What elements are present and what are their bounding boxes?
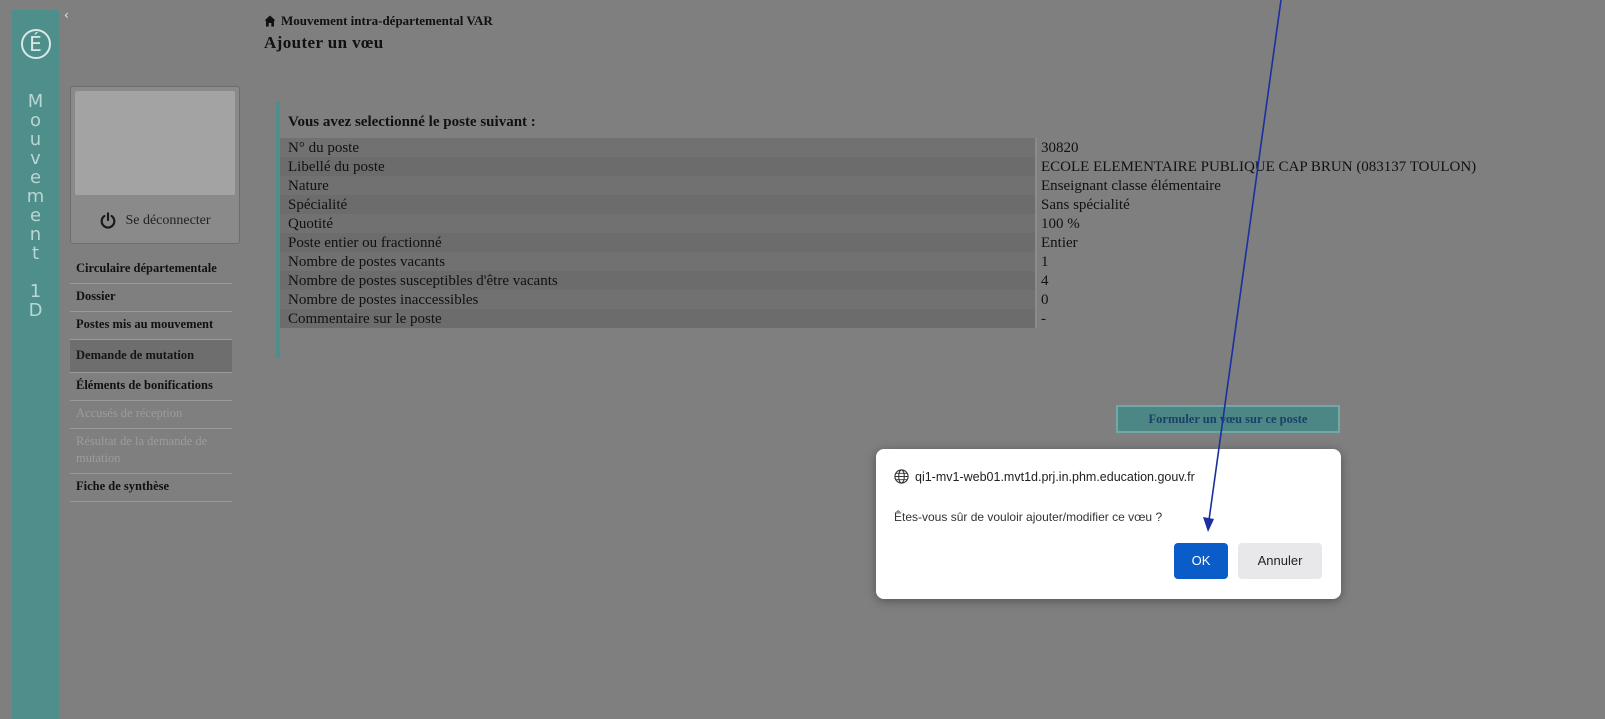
detail-value: 0 — [1041, 291, 1049, 308]
dialog-message: Êtes-vous sûr de vouloir ajouter/modifie… — [894, 510, 1163, 524]
detail-row: Poste entier ou fractionné Entier — [280, 233, 1605, 252]
detail-row: Libellé du poste ECOLE ELEMENTAIRE PUBLIQ… — [280, 157, 1605, 176]
detail-row: Nombre de postes inaccessibles 0 — [280, 290, 1605, 309]
dialog-origin-label: qi1-mv1-web01.mvt1d.prj.in.phm.education… — [915, 469, 1195, 484]
user-box: Se déconnecter — [70, 86, 240, 244]
rail-letter: o — [29, 110, 41, 131]
rail-letter: e — [29, 205, 42, 226]
rail-letter — [12, 263, 59, 282]
power-icon — [101, 212, 116, 229]
confirm-dialog: qi1-mv1-web01.mvt1d.prj.in.phm.education… — [876, 449, 1341, 599]
detail-label: N° du poste — [280, 138, 1037, 157]
rail-letter: v — [30, 148, 41, 169]
rail-letter: m — [26, 186, 45, 207]
sidebar-item[interactable]: Dossier — [70, 284, 232, 312]
detail-row: Nombre de postes susceptibles d'être vac… — [280, 271, 1605, 290]
app-logo: É — [20, 20, 51, 64]
detail-row: Commentaire sur le poste - — [280, 309, 1605, 328]
detail-row: N° du poste 30820 — [280, 138, 1605, 157]
rail-letter: e — [29, 167, 42, 188]
detail-label: Commentaire sur le poste — [280, 309, 1037, 328]
ok-button[interactable]: OK — [1174, 543, 1228, 579]
breadcrumb-label: Mouvement intra-départemental VAR — [281, 13, 493, 28]
sidebar-item[interactable]: Demande de mutation — [70, 340, 232, 373]
detail-row: Nature Enseignant classe élémentaire — [280, 176, 1605, 195]
detail-label: Poste entier ou fractionné — [280, 233, 1037, 252]
post-detail-table: N° du poste 30820 Libellé du poste ECOLE EL… — [280, 138, 1605, 328]
logout-button[interactable]: Se déconnecter — [75, 202, 235, 240]
sidebar-item: Accusés de réception — [70, 401, 232, 429]
detail-value: ECOLE ELEMENTAIRE PUBLIQUE CAP BRUN (083… — [1041, 158, 1477, 175]
home-icon — [264, 15, 276, 27]
rail-letter: u — [29, 129, 42, 150]
rail-letter: 1 — [29, 281, 42, 302]
page-title: Ajouter un vœu — [264, 33, 384, 52]
rail-letter: M — [27, 91, 44, 112]
rail-letter: t — [31, 243, 40, 264]
detail-label: Nature — [280, 176, 1037, 195]
detail-label: Spécialité — [280, 195, 1037, 214]
detail-value: - — [1041, 310, 1046, 327]
detail-value: 4 — [1041, 272, 1049, 289]
detail-label: Nombre de postes susceptibles d'être vac… — [280, 271, 1037, 290]
sidebar-item[interactable]: Fiche de synthèse — [70, 474, 232, 502]
sidebar-menu: Circulaire départementale Dossier Postes m… — [70, 256, 232, 502]
detail-value: Sans spécialité — [1041, 196, 1130, 213]
detail-row: Spécialité Sans spécialité — [280, 195, 1605, 214]
detail-value: 100 % — [1041, 215, 1080, 232]
detail-row: Nombre de postes vacants 1 — [280, 252, 1605, 271]
add-wish-button[interactable]: Formuler un vœu sur ce poste — [1116, 405, 1340, 433]
detail-label: Libellé du poste — [280, 157, 1037, 176]
app-rail: É Mouvement1D — [12, 10, 59, 719]
sidebar-item: Résultat de la demande de mutation — [70, 429, 232, 474]
breadcrumb[interactable]: Mouvement intra-départemental VAR — [264, 13, 493, 29]
detail-row: Quotité 100 % — [280, 214, 1605, 233]
detail-label: Quotité — [280, 214, 1037, 233]
cancel-button[interactable]: Annuler — [1238, 543, 1322, 579]
detail-value: Entier — [1041, 234, 1078, 251]
detail-value: 1 — [1041, 253, 1049, 270]
app-name-vertical: Mouvement1D — [12, 92, 59, 320]
detail-value: Enseignant classe élémentaire — [1041, 177, 1221, 194]
rail-letter: D — [28, 300, 43, 321]
sidebar-item[interactable]: Éléments de bonifications — [70, 373, 232, 401]
sidebar: Se déconnecter Circulaire départementale… — [70, 86, 240, 502]
sidebar-item[interactable]: Circulaire départementale — [70, 256, 232, 284]
globe-icon — [894, 469, 909, 484]
post-detail-panel: Vous avez selectionné le poste suivant :… — [276, 102, 1605, 358]
detail-value: 30820 — [1041, 139, 1079, 156]
detail-label: Nombre de postes inaccessibles — [280, 290, 1037, 309]
detail-label: Nombre de postes vacants — [280, 252, 1037, 271]
logout-label: Se déconnecter — [125, 213, 211, 228]
sidebar-item[interactable]: Postes mis au mouvement — [70, 312, 232, 340]
detail-heading: Vous avez selectionné le poste suivant : — [288, 114, 536, 130]
logo-letter: É — [20, 29, 51, 59]
user-photo — [75, 91, 235, 195]
collapse-sidebar-icon[interactable]: ‹ — [64, 8, 69, 22]
rail-letter: n — [29, 224, 42, 245]
dialog-origin: qi1-mv1-web01.mvt1d.prj.in.phm.education… — [894, 469, 1195, 484]
